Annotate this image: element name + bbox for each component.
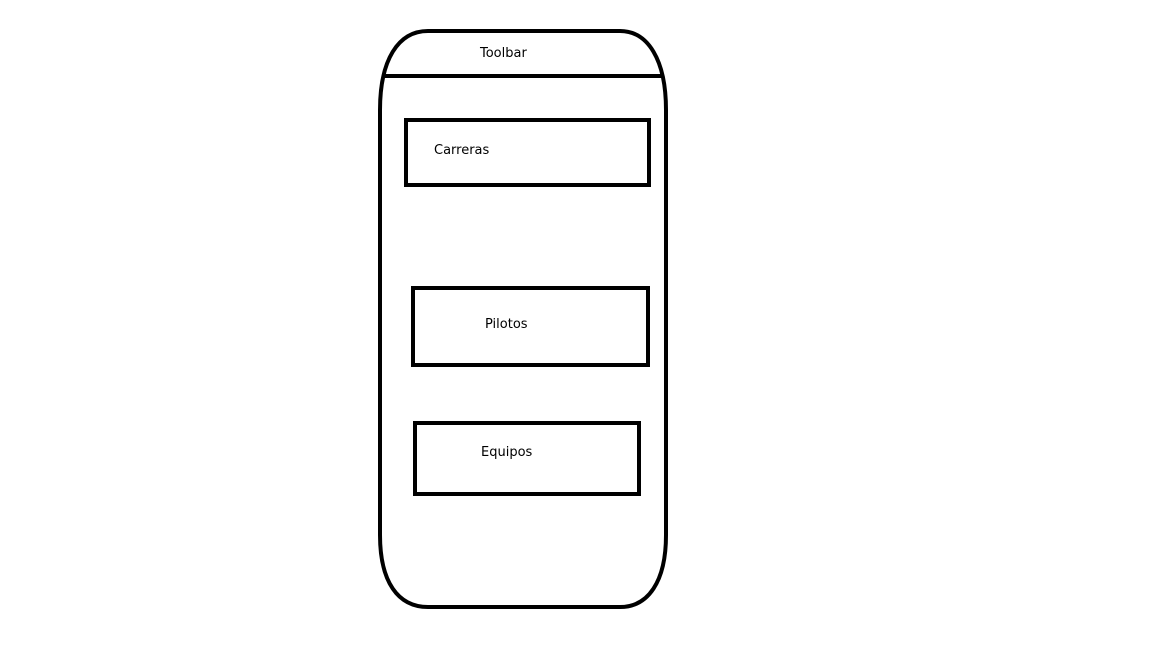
pilotos-button-label: Pilotos: [485, 317, 528, 332]
carreras-button[interactable]: Carreras: [406, 120, 649, 185]
carreras-button-label: Carreras: [434, 143, 490, 158]
equipos-button-label: Equipos: [481, 445, 533, 460]
toolbar-title: Toolbar: [480, 46, 527, 61]
equipos-button[interactable]: Equipos: [415, 423, 639, 494]
pilotos-button[interactable]: Pilotos: [413, 288, 648, 365]
